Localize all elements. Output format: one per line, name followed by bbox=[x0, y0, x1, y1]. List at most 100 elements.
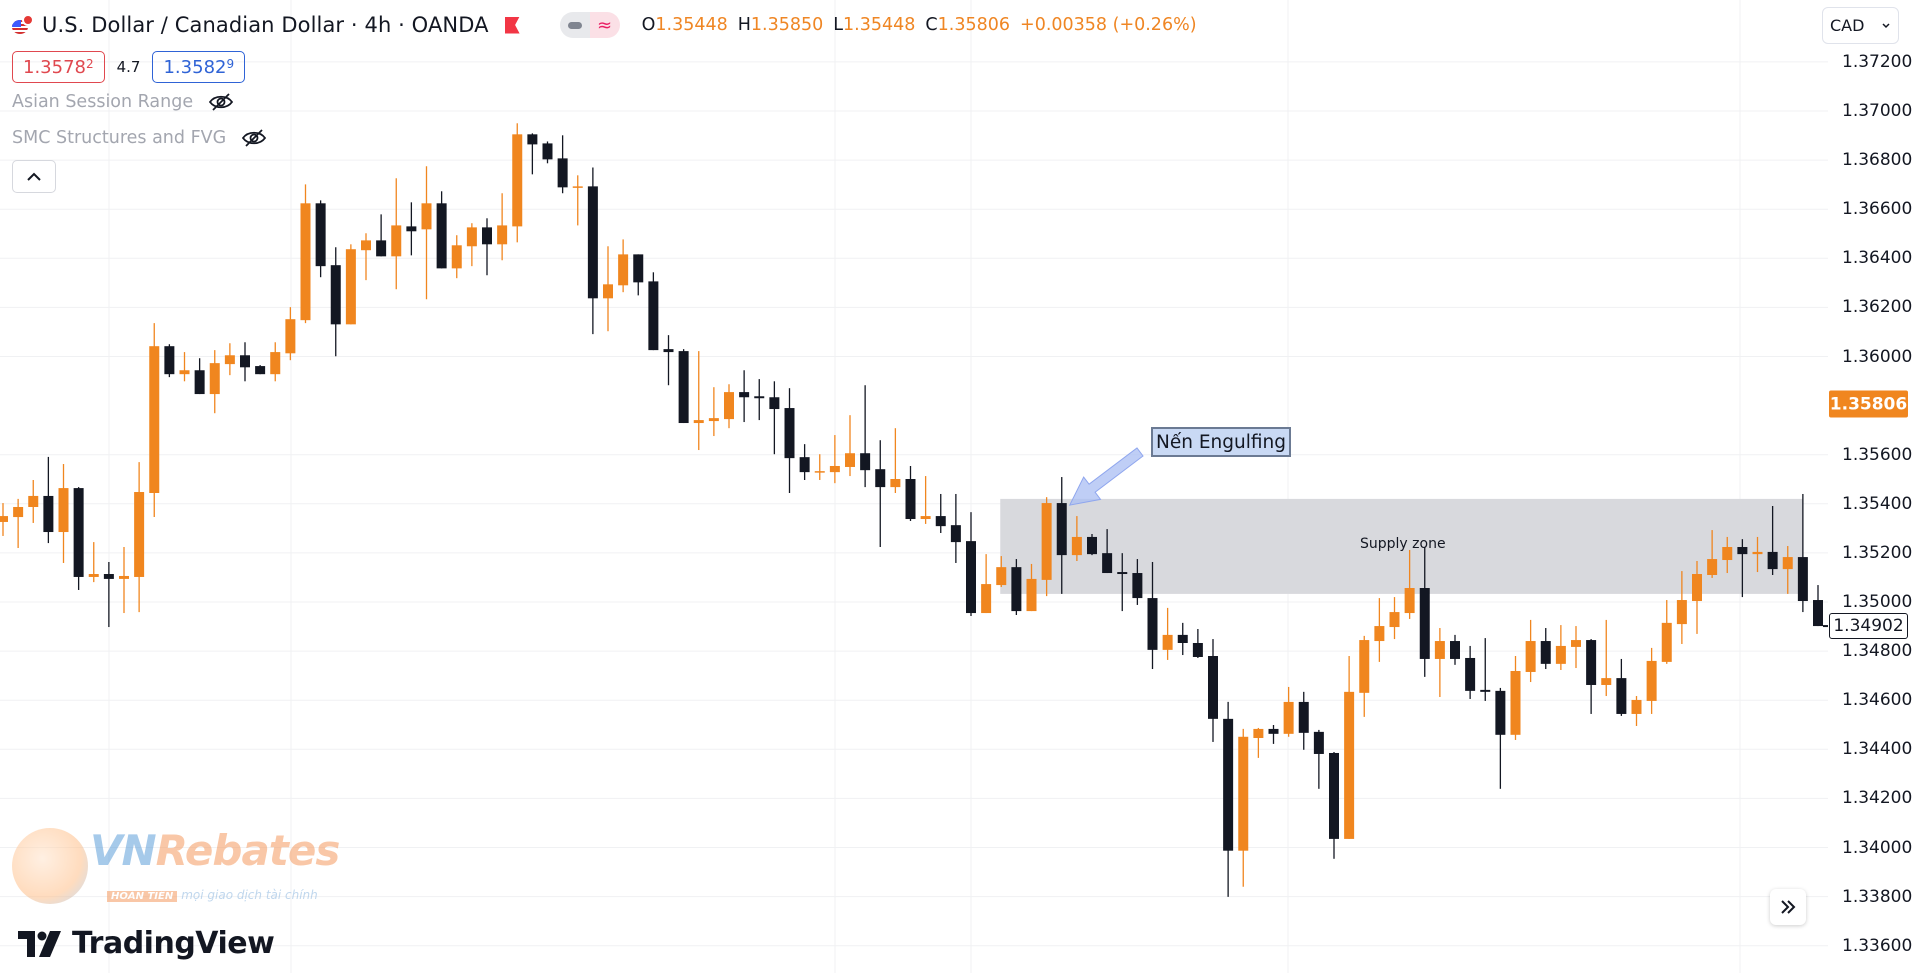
candle-body bbox=[88, 574, 99, 577]
candle-body bbox=[164, 346, 175, 375]
tradingview-wordmark: TradingView bbox=[72, 926, 275, 961]
candle-body bbox=[119, 575, 129, 579]
candle-bullish bbox=[1434, 628, 1445, 698]
candle-body bbox=[1419, 588, 1430, 659]
candle-body bbox=[1813, 600, 1823, 627]
candle-bearish bbox=[769, 381, 780, 455]
candle-bearish bbox=[1192, 629, 1203, 658]
collapse-legend-button[interactable] bbox=[12, 160, 56, 193]
candle-body bbox=[1722, 547, 1733, 561]
candle-body bbox=[43, 495, 54, 533]
indicator-name: SMC Structures and FVG bbox=[12, 128, 227, 148]
candle-body bbox=[633, 254, 644, 283]
candle-bullish bbox=[224, 343, 235, 376]
price-tick-label: 1.37000 bbox=[1842, 101, 1913, 121]
candle-bearish bbox=[1329, 752, 1339, 859]
candle-bullish bbox=[391, 178, 402, 290]
engulfing-callout[interactable]: Nến Engulfing bbox=[1151, 427, 1291, 457]
candle-bullish bbox=[1238, 728, 1249, 887]
candle-body bbox=[391, 225, 402, 257]
candle-body bbox=[1797, 557, 1808, 602]
flag-marker-icon[interactable] bbox=[504, 16, 520, 34]
candle-body bbox=[1208, 656, 1218, 719]
buy-price-pip: 9 bbox=[226, 57, 235, 71]
candle-body bbox=[1510, 670, 1521, 735]
indicator-smc-structures-fvg[interactable]: SMC Structures and FVG bbox=[12, 120, 1207, 156]
candle-bearish bbox=[240, 342, 250, 382]
candle-bullish bbox=[1344, 656, 1355, 839]
candle-body bbox=[1359, 640, 1370, 693]
candle-body bbox=[1041, 503, 1052, 580]
candle-bullish bbox=[1601, 619, 1612, 697]
buy-button[interactable]: 1.3582 9 bbox=[152, 51, 246, 83]
scroll-to-realtime-button[interactable] bbox=[1770, 889, 1806, 925]
sell-price: 1.3578 bbox=[23, 56, 86, 78]
vnrebates-wordmark: VNRebates bbox=[90, 826, 340, 875]
candle-body bbox=[678, 351, 689, 424]
candle-bullish bbox=[149, 323, 160, 518]
sell-price-pip: 2 bbox=[85, 57, 94, 71]
candle-bearish bbox=[966, 512, 976, 616]
candle-bullish bbox=[1374, 598, 1385, 662]
candle-bearish bbox=[784, 388, 795, 493]
candle-bearish bbox=[376, 214, 387, 257]
candle-body bbox=[920, 516, 931, 520]
minus-icon[interactable] bbox=[559, 12, 590, 38]
candle-body bbox=[270, 352, 281, 375]
eye-hidden-icon[interactable] bbox=[240, 128, 268, 148]
currency-selector[interactable]: CAD bbox=[1822, 7, 1899, 44]
candle-body bbox=[436, 203, 447, 269]
candle-body bbox=[255, 366, 266, 375]
indicator-name: Asian Session Range bbox=[12, 92, 194, 112]
candle-bullish bbox=[1283, 686, 1294, 737]
candle-body bbox=[103, 574, 114, 579]
candle-body bbox=[784, 408, 795, 459]
tradingview-logo[interactable]: TradingView bbox=[18, 926, 275, 961]
price-tick-label: 1.34800 bbox=[1842, 641, 1913, 662]
candle-bearish bbox=[436, 191, 447, 269]
candle-bullish bbox=[829, 435, 840, 484]
candle-bullish bbox=[890, 428, 901, 493]
eye-hidden-icon[interactable] bbox=[207, 92, 235, 112]
price-tick-label: 1.35600 bbox=[1842, 444, 1913, 465]
candle-bearish bbox=[1223, 701, 1234, 897]
candle-body bbox=[1631, 699, 1642, 714]
candle-bullish bbox=[270, 342, 281, 382]
price-tick-label: 1.36400 bbox=[1842, 248, 1913, 269]
candle-bearish bbox=[905, 465, 916, 521]
indicator-asian-session-range[interactable]: Asian Session Range bbox=[12, 84, 1207, 120]
candle-body bbox=[330, 265, 341, 325]
sell-button[interactable]: 1.3578 2 bbox=[12, 51, 105, 83]
candle-body bbox=[1298, 701, 1309, 733]
candle-body bbox=[966, 541, 976, 614]
indicator-toggle-pill[interactable]: ≈ bbox=[559, 12, 620, 38]
candle-bearish bbox=[103, 561, 114, 628]
candle-bullish bbox=[497, 193, 508, 261]
candle-bullish bbox=[119, 547, 129, 614]
crosshair-price-label: 1.34902 bbox=[1829, 613, 1908, 640]
candle-bullish bbox=[1661, 600, 1672, 664]
candle-body bbox=[1767, 551, 1778, 570]
candle-bullish bbox=[134, 462, 145, 613]
candle-body bbox=[1434, 641, 1445, 659]
price-tick-label: 1.36200 bbox=[1842, 297, 1913, 318]
candle-body bbox=[1707, 559, 1718, 575]
price-tick-label: 1.35000 bbox=[1842, 592, 1913, 612]
candle-body bbox=[149, 346, 160, 493]
vnrebates-tagline: HOÀN TIỀN mọi giao dịch tài chính bbox=[107, 888, 318, 902]
candle-bullish bbox=[209, 350, 220, 414]
price-tick-label: 1.34400 bbox=[1842, 739, 1913, 760]
candle-bullish bbox=[1525, 619, 1536, 683]
approx-icon[interactable]: ≈ bbox=[589, 12, 620, 38]
symbol-title[interactable]: U.S. Dollar / Canadian Dollar · 4h · OAN… bbox=[42, 13, 489, 37]
price-axis[interactable]: 1.37200 1.37000 1.36800 1.36600 1.36400 1.362… bbox=[1828, 0, 1919, 973]
candle-body bbox=[1661, 622, 1672, 662]
candle-bearish bbox=[754, 379, 765, 421]
candle-body bbox=[1162, 634, 1173, 650]
candle-body bbox=[890, 479, 901, 488]
double-chevron-right-icon bbox=[1781, 900, 1796, 914]
candle-body bbox=[845, 453, 855, 467]
quote-row: 1.3578 2 4.7 1.3582 9 bbox=[12, 50, 1207, 84]
candle-bearish bbox=[406, 202, 417, 256]
candle-bullish bbox=[708, 387, 719, 437]
